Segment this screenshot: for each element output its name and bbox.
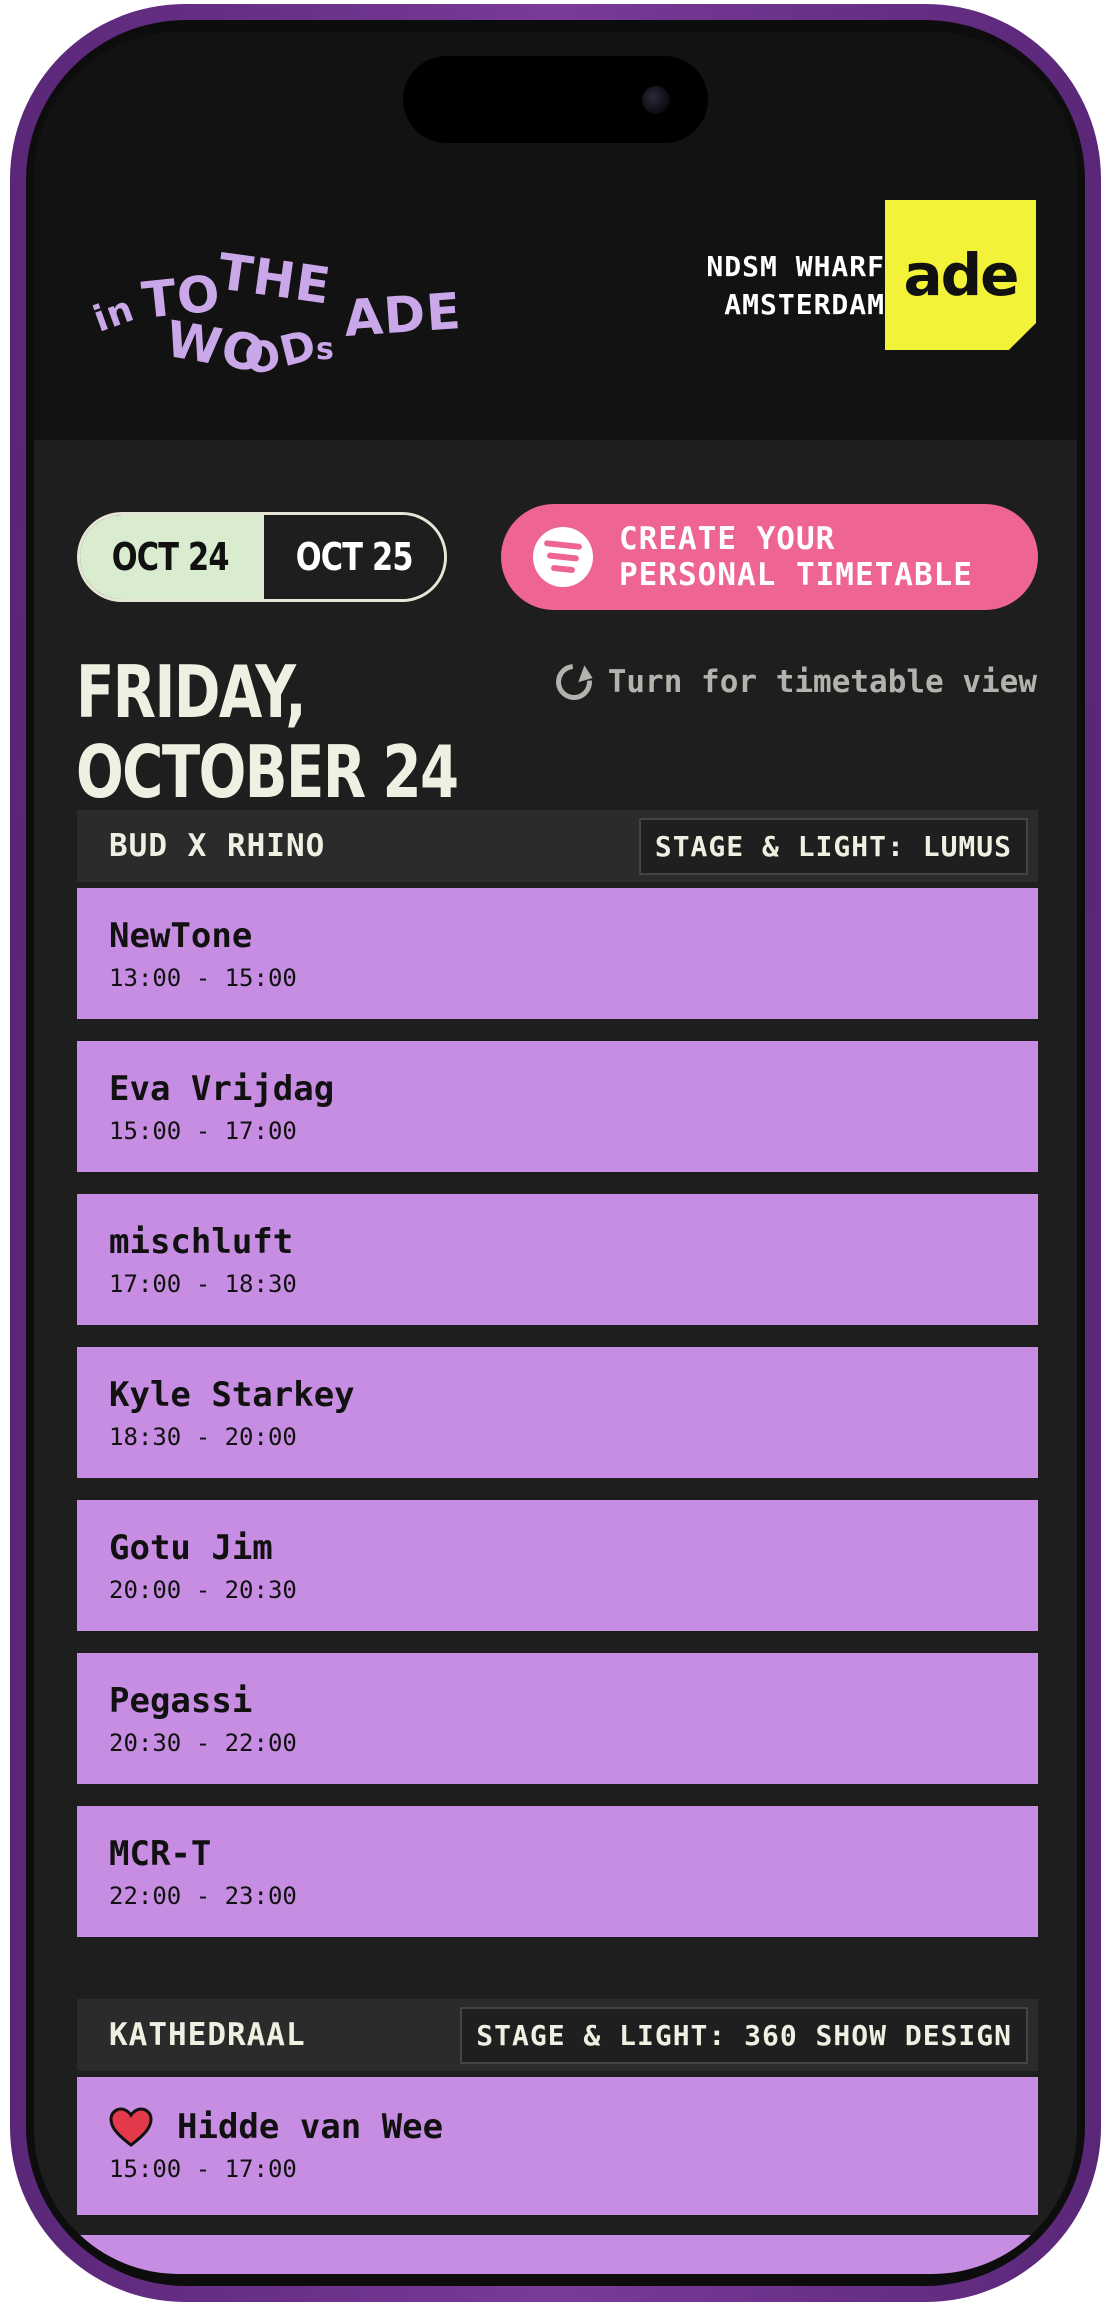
venue-line-1: NDSM WHARF <box>706 250 885 283</box>
ade-logo-text: ade <box>903 241 1020 309</box>
stage-credit-badge: STAGE & LIGHT: LUMUS <box>638 817 1028 875</box>
set-time: 20:30 - 22:00 <box>109 1729 297 1757</box>
spotify-icon <box>533 527 593 587</box>
stage-bud-x-rhino: BUD X RHINO STAGE & LIGHT: LUMUS NewTone… <box>77 810 1038 1937</box>
set-time: 15:00 - 17:00 <box>109 2155 297 2183</box>
date-tab-label: OCT 24 <box>111 535 230 579</box>
dynamic-island <box>403 56 708 143</box>
set-card[interactable]: NewTone 13:00 - 15:00 <box>77 888 1038 1019</box>
power-button <box>1087 704 1101 914</box>
rotate-hint-text: Turn for timetable view <box>607 664 1037 700</box>
set-card-partial[interactable] <box>77 2235 1038 2274</box>
set-card[interactable]: mischluft 17:00 - 18:30 <box>77 1194 1038 1325</box>
date-tab-oct-25[interactable]: OCT 25 <box>260 515 444 599</box>
set-card[interactable]: Kyle Starkey 18:30 - 20:00 <box>77 1347 1038 1478</box>
set-artist: mischluft <box>109 1222 294 1262</box>
set-time: 22:00 - 23:00 <box>109 1882 297 1910</box>
stage-header: BUD X RHINO STAGE & LIGHT: LUMUS <box>77 810 1038 882</box>
set-artist: Hidde van Wee <box>177 2107 444 2147</box>
venue-location: NDSM WHARF AMSTERDAM <box>706 248 885 324</box>
set-time: 13:00 - 15:00 <box>109 964 297 992</box>
rotate-hint: Turn for timetable view <box>548 656 1037 708</box>
volume-down-button <box>10 814 24 964</box>
set-artist: MCR-T <box>109 1834 212 1874</box>
screen: in TO THE WO OD s ADE NDSM WHARF AMSTERD… <box>34 32 1077 2274</box>
rotate-icon <box>548 656 600 708</box>
set-artist: Eva Vrijdag <box>109 1069 335 1109</box>
heart-icon[interactable] <box>109 2107 153 2147</box>
venue-line-2: AMSTERDAM <box>724 288 885 321</box>
set-time: 17:00 - 18:30 <box>109 1270 297 1298</box>
stage-header: KATHEDRAAL STAGE & LIGHT: 360 SHOW DESIG… <box>77 1999 1038 2071</box>
ade-logo[interactable]: ade <box>885 200 1036 350</box>
date-toggle: OCT 24 OCT 25 <box>77 512 447 602</box>
create-timetable-label: CREATE YOUR PERSONAL TIMETABLE <box>619 521 973 593</box>
set-artist-row: Hidde van Wee <box>109 2107 1006 2147</box>
set-artist: Pegassi <box>109 1681 253 1721</box>
action-button <box>10 444 24 534</box>
set-card-favorited[interactable]: Hidde van Wee 15:00 - 17:00 <box>77 2077 1038 2215</box>
day-heading: FRIDAY, OCTOBER 24 <box>76 650 459 814</box>
set-card[interactable]: Gotu Jim 20:00 - 20:30 <box>77 1500 1038 1631</box>
set-artist: Kyle Starkey <box>109 1375 355 1415</box>
stage-name: BUD X RHINO <box>109 828 326 864</box>
date-tab-oct-24[interactable]: OCT 24 <box>80 515 261 599</box>
set-card[interactable]: Pegassi 20:30 - 22:00 <box>77 1653 1038 1784</box>
volume-up-button <box>10 614 24 764</box>
date-tab-label: OCT 25 <box>295 535 413 579</box>
set-card[interactable]: Eva Vrijdag 15:00 - 17:00 <box>77 1041 1038 1172</box>
set-artist: NewTone <box>109 916 253 956</box>
set-time: 20:00 - 20:30 <box>109 1576 297 1604</box>
camera-icon <box>642 86 670 114</box>
set-time: 18:30 - 20:00 <box>109 1423 297 1451</box>
festival-logo[interactable]: in TO THE WO OD s ADE <box>88 232 463 412</box>
set-card[interactable]: MCR-T 22:00 - 23:00 <box>77 1806 1038 1937</box>
stage-credit-badge: STAGE & LIGHT: 360 SHOW DESIGN <box>460 2006 1028 2064</box>
create-timetable-button[interactable]: CREATE YOUR PERSONAL TIMETABLE <box>501 504 1038 610</box>
set-artist: Gotu Jim <box>109 1528 273 1568</box>
set-time: 15:00 - 17:00 <box>109 1117 297 1145</box>
stage-kathedraal: KATHEDRAAL STAGE & LIGHT: 360 SHOW DESIG… <box>77 1999 1038 2274</box>
stage-name: KATHEDRAAL <box>109 2017 306 2053</box>
